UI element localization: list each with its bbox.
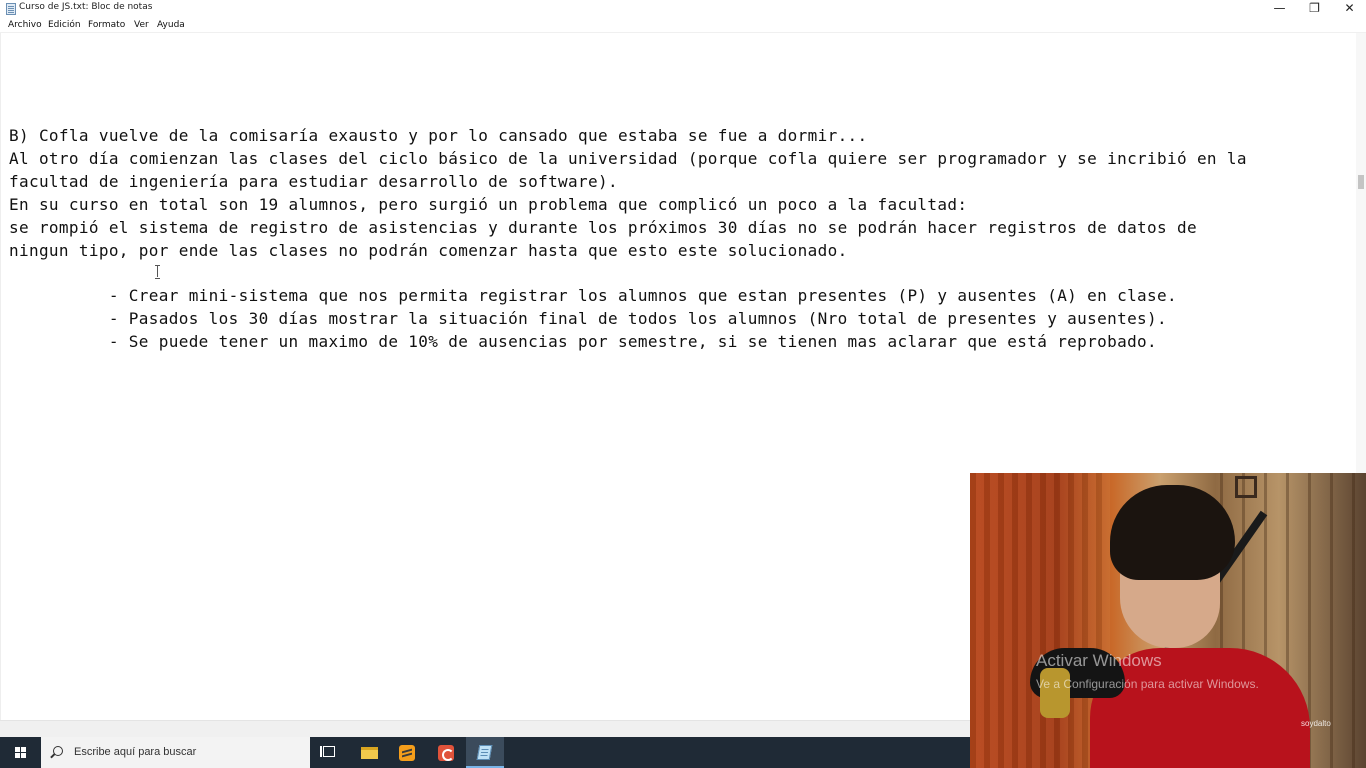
title-bar: Curso de JS.txt: Bloc de notas — ❐ ✕ bbox=[0, 0, 1366, 18]
channel-credit: soydalto bbox=[1301, 719, 1331, 728]
code-app-button[interactable] bbox=[427, 737, 465, 768]
minimize-button[interactable]: — bbox=[1262, 0, 1297, 18]
taskbar-search-box[interactable]: Escribe aquí para buscar bbox=[41, 737, 310, 768]
windows-start-icon bbox=[15, 747, 27, 759]
text-line: - Pasados los 30 días mostrar la situaci… bbox=[9, 309, 1168, 328]
window-title: Curso de JS.txt: Bloc de notas bbox=[19, 2, 153, 12]
task-view-icon bbox=[320, 746, 322, 757]
activation-watermark-subtitle: Ve a Configuración para activar Windows. bbox=[1036, 677, 1259, 691]
sublime-text-button[interactable] bbox=[388, 737, 426, 768]
text-cursor-icon bbox=[154, 265, 162, 279]
file-explorer-icon bbox=[361, 747, 378, 759]
text-line: Al otro día comienzan las clases del cic… bbox=[9, 149, 1247, 168]
notepad-taskbar-button[interactable] bbox=[466, 737, 504, 768]
search-icon bbox=[53, 746, 63, 756]
start-button[interactable] bbox=[0, 737, 41, 768]
task-view-button[interactable] bbox=[310, 737, 348, 768]
menu-formato[interactable]: Formato bbox=[88, 20, 125, 30]
menu-ver[interactable]: Ver bbox=[134, 20, 149, 30]
text-line: En su curso en total son 19 alumnos, per… bbox=[9, 195, 968, 214]
text-line: B) Cofla vuelve de la comisaría exausto … bbox=[9, 126, 868, 145]
menu-archivo[interactable]: Archivo bbox=[8, 20, 42, 30]
text-line: - Crear mini-sistema que nos permita reg… bbox=[9, 286, 1177, 305]
file-explorer-button[interactable] bbox=[350, 737, 388, 768]
menu-ayuda[interactable]: Ayuda bbox=[157, 20, 185, 30]
text-line: se rompió el sistema de registro de asis… bbox=[9, 218, 1197, 237]
notepad-app-icon bbox=[6, 3, 16, 15]
sublime-text-icon bbox=[399, 745, 415, 761]
presenter-hair bbox=[1110, 485, 1235, 580]
restore-button[interactable]: ❐ bbox=[1297, 0, 1332, 18]
code-app-icon bbox=[438, 745, 454, 761]
activation-watermark-title: Activar Windows bbox=[1036, 651, 1162, 670]
close-button[interactable]: ✕ bbox=[1332, 0, 1366, 18]
notepad-icon bbox=[476, 745, 493, 760]
webcam-overlay: Activar Windows Ve a Configuración para … bbox=[970, 473, 1366, 768]
menu-bar: Archivo Edición Formato Ver Ayuda bbox=[0, 18, 1366, 33]
menu-edicion[interactable]: Edición bbox=[48, 20, 81, 30]
text-line: - Se puede tener un maximo de 10% de aus… bbox=[9, 332, 1158, 351]
text-line: ningun tipo, por ende las clases no podr… bbox=[9, 241, 848, 260]
scrollbar-thumb[interactable] bbox=[1358, 175, 1364, 189]
text-line: facultad de ingeniería para estudiar des… bbox=[9, 172, 618, 191]
search-placeholder: Escribe aquí para buscar bbox=[74, 746, 197, 758]
